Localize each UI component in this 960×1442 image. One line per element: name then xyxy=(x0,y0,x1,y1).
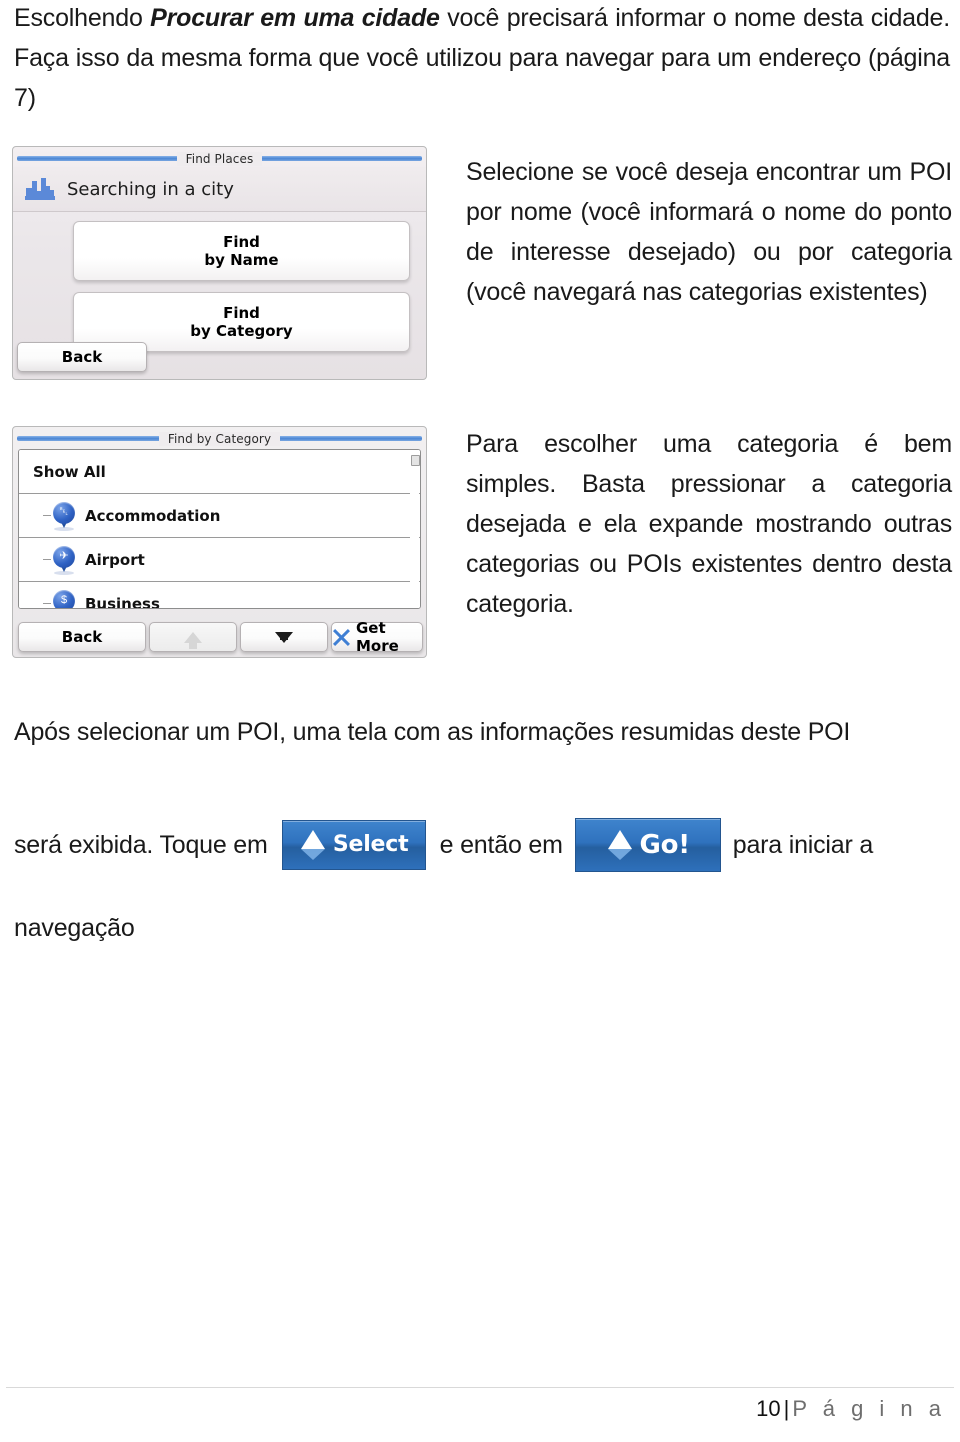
find-places-back-button[interactable]: Back xyxy=(17,342,147,372)
bottom-text-block: Após selecionar um POI, uma tela com as … xyxy=(14,712,950,948)
scroll-down-button[interactable] xyxy=(240,622,328,652)
tree-tick-icon xyxy=(43,559,51,560)
tree-tick-icon xyxy=(43,515,51,516)
right-paragraph-1: Selecione se você deseja encontrar um PO… xyxy=(466,158,952,306)
category-row-accommodation[interactable]: ␇ Accommodation xyxy=(19,494,420,538)
page-footer: 10 | P á g i n a xyxy=(756,1396,946,1422)
footer-separator: | xyxy=(783,1396,790,1421)
bottom-line-2-text-c: para iniciar a xyxy=(732,831,874,859)
category-row-airport[interactable]: ✈ Airport xyxy=(19,538,420,582)
find-by-category-title: Find by Category xyxy=(158,431,281,446)
find-by-name-line1: Find xyxy=(223,233,260,251)
find-places-title: Find Places xyxy=(176,151,263,166)
category-row-business[interactable]: $ Business xyxy=(19,582,420,609)
category-list: Show All ␇ Accommodation ✈ Airport $ Bus… xyxy=(18,449,421,609)
intro-emphasis: Procurar em uma cidade xyxy=(150,4,440,32)
footer-divider xyxy=(6,1387,954,1388)
footer-page-number: 10 xyxy=(756,1396,781,1421)
find-places-header-label: Searching in a city xyxy=(67,178,234,200)
right-paragraph-2: Para escolher uma categoria é bem simple… xyxy=(466,430,952,618)
tree-tick-icon xyxy=(43,603,51,604)
find-by-name-button[interactable]: Find by Name xyxy=(73,221,410,281)
category-list-scrollbar[interactable] xyxy=(410,451,420,607)
get-more-button[interactable]: Get More xyxy=(331,619,423,655)
scrollbar-thumb[interactable] xyxy=(411,455,420,466)
category-label-accommodation: Accommodation xyxy=(85,506,221,525)
find-places-footer: Back xyxy=(17,342,424,374)
star-burst-icon xyxy=(332,628,351,647)
footer-page-word: P á g i n a xyxy=(792,1396,946,1421)
bottom-line-2: será exibida. Toque em Select e então em… xyxy=(14,818,950,872)
find-by-category-line2: by Category xyxy=(190,322,293,340)
get-more-label: Get More xyxy=(356,619,399,655)
bottom-line-2-text-a: será exibida. Toque em xyxy=(14,831,268,859)
scroll-up-button[interactable] xyxy=(149,622,237,652)
find-places-button-list: Find by Name Find by Category xyxy=(13,212,426,352)
gps-screenshot-find-by-category: Find by Category Show All ␇ Accommodatio… xyxy=(12,426,427,658)
show-all-label: Show All xyxy=(33,462,106,481)
intro-paragraph: Escolhendo Procurar em uma cidade você p… xyxy=(14,0,950,118)
find-by-name-line2: by Name xyxy=(204,251,279,269)
select-button-label: Select xyxy=(332,832,409,857)
intro-lead-before: Escolhendo xyxy=(14,4,151,32)
go-button[interactable]: Go! xyxy=(574,818,721,872)
go-button-label: Go! xyxy=(639,830,691,860)
bed-pin-icon: ␇ xyxy=(53,501,75,531)
select-button[interactable]: Select xyxy=(281,820,426,870)
navigation-arrow-icon xyxy=(299,830,327,860)
navigation-arrow-icon xyxy=(606,830,634,860)
find-by-category-footer: Back Get More xyxy=(18,619,423,655)
airplane-glyph: ✈ xyxy=(59,550,69,562)
bottom-line-3: navegação xyxy=(14,914,135,942)
find-by-category-line1: Find xyxy=(223,304,260,322)
airplane-pin-icon: ✈ xyxy=(53,545,75,575)
category-label-airport: Airport xyxy=(85,550,145,569)
bed-glyph: ␇ xyxy=(59,506,69,518)
gps-screenshot-find-places: Find Places Searching in a city Find by … xyxy=(12,146,427,380)
find-by-category-back-button[interactable]: Back xyxy=(18,622,146,652)
find-places-header: Searching in a city xyxy=(13,167,426,212)
city-skyline-icon xyxy=(25,176,55,202)
money-bag-pin-icon: $ xyxy=(53,589,75,608)
category-label-business: Business xyxy=(85,594,160,609)
money-bag-glyph: $ xyxy=(60,594,68,606)
find-places-titlebar: Find Places xyxy=(17,150,422,167)
bottom-line-1: Após selecionar um POI, uma tela com as … xyxy=(14,718,851,746)
find-by-category-titlebar: Find by Category xyxy=(17,430,422,447)
arrow-down-icon xyxy=(275,631,293,643)
bottom-line-2-text-b: e então em xyxy=(439,831,563,859)
arrow-up-icon xyxy=(184,631,202,649)
category-row-show-all[interactable]: Show All xyxy=(19,450,420,494)
